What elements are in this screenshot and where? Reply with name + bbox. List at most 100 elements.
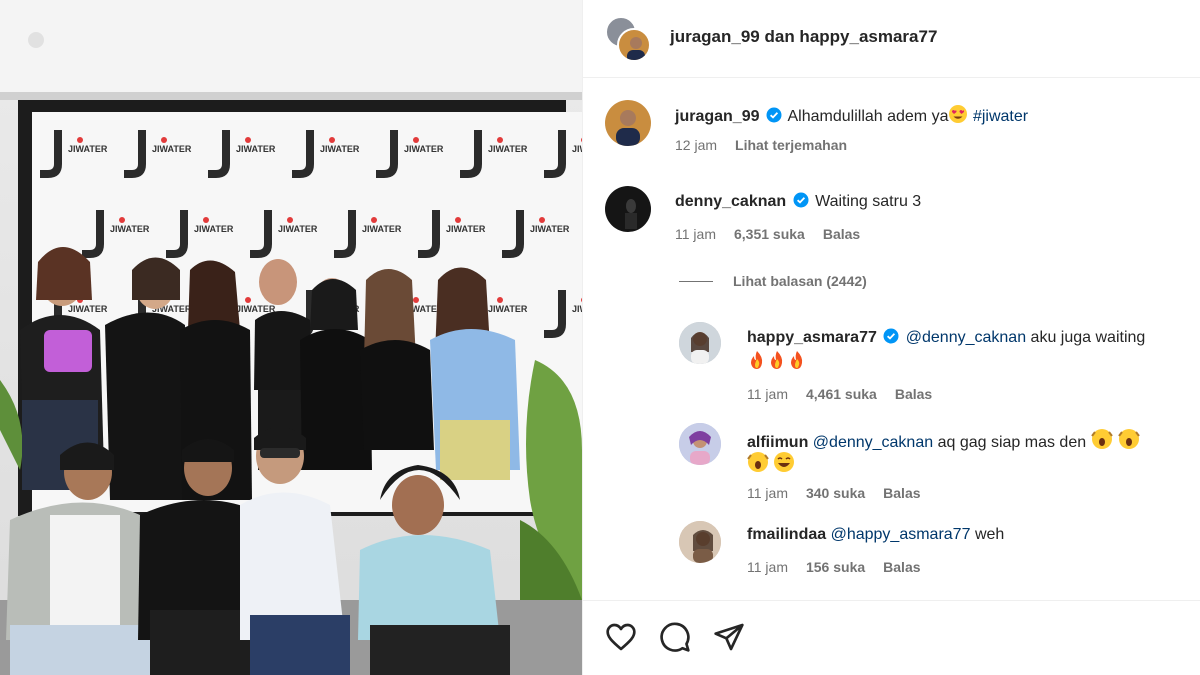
avatar-image	[627, 37, 645, 60]
backdrop-logo-dot	[245, 137, 251, 143]
reply-button[interactable]: Balas	[895, 386, 932, 402]
comment-username[interactable]: denny_caknan	[675, 193, 786, 210]
comment-body: Alhamdulillah adem ya	[787, 108, 949, 125]
comment-time: 12 jam	[675, 137, 718, 153]
backdrop-logo-dot	[497, 297, 503, 303]
heart-eyes-emoji-icon	[949, 105, 968, 123]
avatar[interactable]	[679, 423, 721, 465]
avatar[interactable]	[605, 100, 651, 146]
backdrop-logo-text: JIWATER	[68, 144, 108, 154]
backdrop-logo-dot	[119, 217, 125, 223]
see-translation-button[interactable]: Lihat terjemahan	[735, 137, 847, 153]
comment-meta: 12 jam Lihat terjemahan	[675, 137, 865, 153]
reply-text: alfiimun @denny_caknan aq gag siap mas d…	[747, 428, 1141, 452]
backdrop-logo-dot	[245, 297, 251, 303]
reply-username[interactable]: happy_asmara77	[747, 329, 877, 346]
backdrop-logo-dot	[455, 217, 461, 223]
reply-mention[interactable]: @happy_asmara77	[831, 526, 971, 543]
reply-body: weh	[974, 526, 1005, 543]
reply-likes[interactable]: 156 suka	[806, 559, 865, 575]
backdrop-logo-dot	[497, 137, 503, 143]
reply-time: 11 jam	[747, 559, 788, 575]
backdrop-logo-dot	[77, 137, 83, 143]
avatar-image	[616, 110, 640, 146]
backdrop-logo-dot	[413, 297, 419, 303]
reply-button[interactable]: Balas	[883, 559, 920, 575]
comment-meta: 11 jam 6,351 suka Balas	[675, 226, 878, 242]
reply-time: 11 jam	[747, 485, 788, 501]
backdrop-logo-text: JIWATER	[152, 144, 192, 154]
reply-username[interactable]: fmailindaa	[747, 526, 826, 543]
reply-emojis	[747, 451, 797, 475]
reply-username[interactable]: alfiimun	[747, 434, 808, 451]
comment-likes[interactable]: 6,351 suka	[734, 226, 805, 242]
backdrop-logo-dot	[203, 217, 209, 223]
verified-icon	[883, 328, 899, 344]
reply-time: 11 jam	[747, 386, 788, 402]
share-icon[interactable]	[713, 621, 745, 653]
laughing-emoji-icon	[747, 452, 794, 472]
reply-meta: 11 jam 4,461 suka Balas	[747, 386, 950, 402]
reply-button[interactable]: Balas	[823, 226, 860, 242]
backdrop-logo-dot	[413, 137, 419, 143]
fire-emoji-icon	[751, 351, 803, 369]
backdrop-logo-dot	[371, 217, 377, 223]
reply-meta: 11 jam 340 suka Balas	[747, 485, 939, 501]
backdrop-logo-text: JIWATER	[530, 224, 570, 234]
backdrop-logo-text: JIWATER	[488, 304, 528, 314]
backdrop-logo-dot	[161, 137, 167, 143]
collab-avatars[interactable]	[605, 16, 653, 64]
backdrop-logo-dot	[539, 217, 545, 223]
comment-icon[interactable]	[659, 621, 691, 653]
backdrop-logo-text: JIWATER	[446, 224, 486, 234]
reply-body: aq gag siap mas den	[937, 434, 1087, 451]
backdrop-logo-text: JIWATER	[404, 144, 444, 154]
comment-hashtag[interactable]: #jiwater	[973, 108, 1028, 125]
backdrop-logo-text: JIWATER	[320, 144, 360, 154]
screaming-emoji-icon	[1090, 429, 1140, 449]
backdrop-logo-text: JIWATER	[572, 304, 582, 314]
backdrop-logo-text: JIWATER	[110, 224, 150, 234]
backdrop-logo-text: JIWATER	[68, 304, 108, 314]
comment-time: 11 jam	[675, 226, 716, 242]
comment-username[interactable]: juragan_99	[675, 108, 759, 125]
backdrop-logo-text: JIWATER	[572, 144, 582, 154]
replies-divider	[679, 281, 713, 282]
backdrop-logo-text: JIWATER	[236, 144, 276, 154]
post-header: juragan_99 dan happy_asmara77	[583, 0, 1200, 78]
avatar-image	[679, 521, 721, 563]
backdrop-logo-text: JIWATER	[278, 224, 318, 234]
view-replies-button[interactable]: Lihat balasan (2442)	[733, 273, 867, 289]
backdrop-logo-text: JIWATER	[488, 144, 528, 154]
post-header-title[interactable]: juragan_99 dan happy_asmara77	[670, 27, 937, 47]
reply-meta: 11 jam 156 suka Balas	[747, 559, 939, 575]
reply-mention[interactable]: @denny_caknan	[906, 329, 1026, 346]
avatar[interactable]	[679, 521, 721, 563]
backdrop-logo-dot	[329, 137, 335, 143]
reply-button[interactable]: Balas	[883, 485, 920, 501]
verified-icon	[766, 107, 782, 123]
reply-likes[interactable]: 4,461 suka	[806, 386, 877, 402]
group-photo-illustration: JIWATER JIWATER JIWATER JIWATER JIWATER JIWAT…	[0, 0, 582, 675]
comments-panel: juragan_99 dan happy_asmara77 juragan_99…	[582, 0, 1200, 675]
avatar-image	[679, 322, 721, 364]
avatar[interactable]	[679, 322, 721, 364]
reply-likes[interactable]: 340 suka	[806, 485, 865, 501]
post-actions-bar	[583, 600, 1200, 675]
comment-text: denny_caknan Waiting satru 3	[675, 192, 921, 211]
reply-text: fmailindaa @happy_asmara77 weh	[747, 526, 1004, 544]
avatar[interactable]	[617, 28, 651, 62]
backdrop-logo-text: JIWATER	[362, 224, 402, 234]
backdrop-logo-text: JIWATER	[236, 304, 276, 314]
comment-body: Waiting satru 3	[815, 193, 922, 210]
verified-icon	[793, 192, 809, 208]
avatar[interactable]	[605, 186, 651, 232]
backdrop-logo-text: JIWATER	[194, 224, 234, 234]
reply-mention[interactable]: @denny_caknan	[813, 434, 933, 451]
avatar-image	[625, 199, 637, 229]
reply-body: aku juga waiting	[1030, 329, 1146, 346]
heart-icon[interactable]	[605, 621, 637, 653]
fire-emojis	[747, 350, 807, 372]
backdrop-logo-dot	[287, 217, 293, 223]
post-photo[interactable]: JIWATER JIWATER JIWATER JIWATER JIWATER JIWAT…	[0, 0, 582, 675]
